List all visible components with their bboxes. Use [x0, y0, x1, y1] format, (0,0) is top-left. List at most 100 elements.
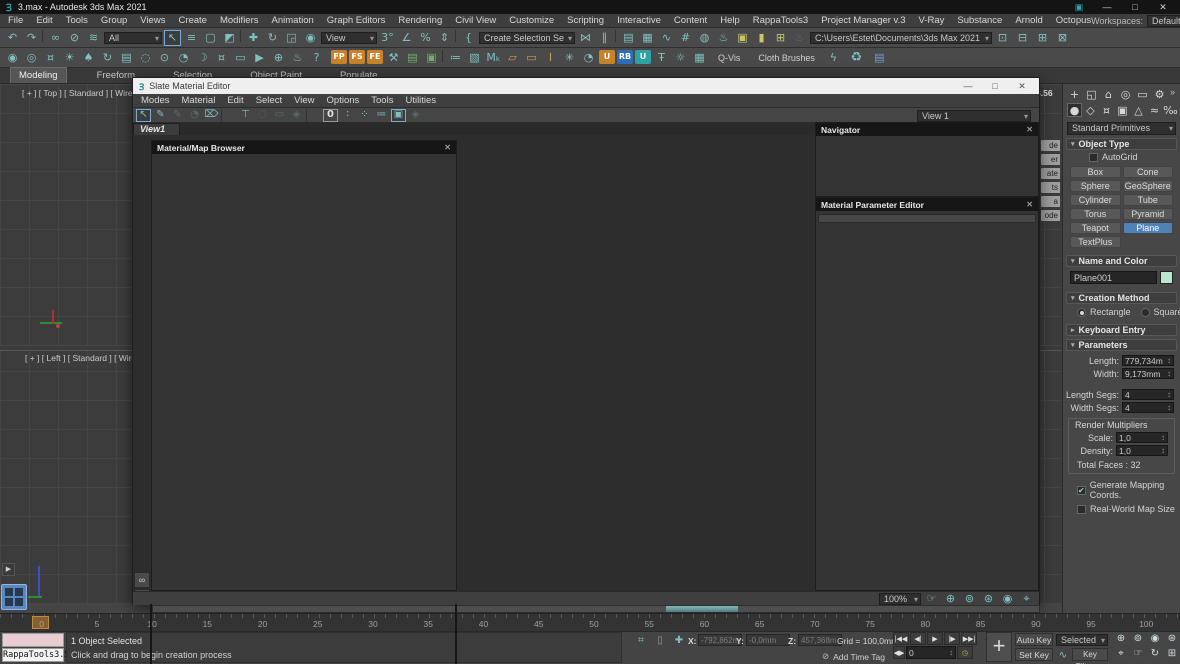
rendered-frame-icon[interactable]: ▣: [734, 30, 751, 46]
sme-menu-item[interactable]: Material: [182, 95, 216, 106]
add-time-tag[interactable]: ⊘ Add Time Tag: [822, 651, 885, 662]
cameras-icon[interactable]: ◎: [23, 50, 40, 66]
frame2-icon[interactable]: ▭: [523, 50, 540, 66]
separator[interactable]: [442, 50, 445, 62]
rb-icon[interactable]: RB: [617, 50, 633, 64]
menu-item[interactable]: Arnold: [1015, 15, 1042, 26]
spacewarps-cat-icon[interactable]: ≈: [1147, 103, 1162, 117]
menu-item[interactable]: Tools: [66, 15, 88, 26]
checklist-icon[interactable]: ≔: [447, 50, 464, 66]
workspace-dropdown[interactable]: Default: [1147, 15, 1180, 27]
camera-rig-icon[interactable]: ▦: [691, 50, 708, 66]
create-tab-icon[interactable]: +: [1067, 87, 1082, 101]
object-name-field[interactable]: Plane001: [1070, 271, 1157, 284]
forestpack-icon[interactable]: FP: [331, 50, 347, 64]
render-setup-icon[interactable]: ♨: [715, 30, 732, 46]
zoom-icon[interactable]: ⊕: [1113, 632, 1129, 646]
spinner-icon[interactable]: ↕: [1167, 403, 1171, 412]
select-object-icon[interactable]: ↖: [164, 30, 181, 46]
menu-item[interactable]: RappaTools3: [753, 15, 808, 26]
menu-item[interactable]: Help: [720, 15, 740, 26]
notes-icon[interactable]: ▤: [118, 50, 135, 66]
sme-maximize-button[interactable]: □: [984, 81, 1006, 91]
object-type-rollout[interactable]: ▾ Object Type: [1066, 138, 1177, 150]
render-map-icon[interactable]: ▣: [391, 109, 406, 122]
transform-gizmo-icon[interactable]: ✚: [672, 634, 686, 646]
mapping-coords-checkbox[interactable]: ✔: [1077, 486, 1086, 495]
rappatools-swatch[interactable]: [2, 633, 64, 647]
more-tabs-icon[interactable]: »: [1170, 87, 1175, 101]
play-frame-icon[interactable]: ▶: [251, 50, 268, 66]
bind-spacewarp-icon[interactable]: ≋: [85, 30, 102, 46]
project-path-dropdown[interactable]: C:\Users\Estet\Documents\3ds Max 2021: [810, 32, 992, 44]
go-start-icon[interactable]: |◀◀: [893, 632, 909, 645]
rectangle-radio[interactable]: [1077, 308, 1086, 317]
material-parameter-editor-header[interactable]: Material Parameter Editor ✕: [816, 198, 1038, 211]
menu-item[interactable]: Group: [101, 15, 127, 26]
systems-cat-icon[interactable]: ‰: [1163, 103, 1178, 117]
refresh-box-icon[interactable]: ↻: [99, 50, 116, 66]
menu-item[interactable]: File: [8, 15, 23, 26]
target-icon[interactable]: ⊕: [270, 50, 287, 66]
menu-item[interactable]: Rendering: [398, 15, 442, 26]
cloth-brushes-button[interactable]: Cloth Brushes: [758, 53, 815, 63]
ring-icon[interactable]: ⊙: [156, 50, 173, 66]
assign-to-selection-icon[interactable]: ◔: [187, 109, 202, 122]
mirror-icon[interactable]: ⋈: [577, 30, 594, 46]
menu-item[interactable]: Octopus: [1056, 15, 1091, 26]
density-field[interactable]: 1,0↕: [1116, 445, 1168, 456]
scale-icon[interactable]: ◲: [283, 30, 300, 46]
isolate-selection-icon[interactable]: ⌗: [634, 634, 648, 646]
time-configuration-icon[interactable]: ◷: [957, 646, 973, 659]
object-type-button[interactable]: Cone: [1123, 166, 1174, 178]
shapes-cat-icon[interactable]: ◇: [1083, 103, 1098, 117]
separator[interactable]: [42, 30, 45, 42]
move-icon[interactable]: ✚: [245, 30, 262, 46]
name-color-rollout[interactable]: ▾ Name and Color: [1066, 255, 1177, 267]
u-arrow-icon[interactable]: U: [635, 50, 651, 64]
selection-set-dropdown[interactable]: Create Selection Se: [479, 32, 575, 44]
selection-filter-dropdown[interactable]: All: [104, 32, 162, 44]
menu-item[interactable]: Create: [178, 15, 207, 26]
palette-icon[interactable]: ☽: [194, 50, 211, 66]
width-segs-field[interactable]: 4↕: [1122, 402, 1174, 413]
current-frame-field[interactable]: 0↕: [906, 646, 956, 659]
menu-item[interactable]: Graph Editors: [327, 15, 386, 26]
select-by-material-icon[interactable]: ◈: [408, 109, 423, 122]
set-key-button[interactable]: Set Key: [1015, 648, 1053, 661]
y-coordinate-field[interactable]: -0,0mm: [746, 634, 790, 646]
move-children-icon[interactable]: ⊤: [238, 109, 253, 122]
beam-icon[interactable]: Ⅰ: [542, 50, 559, 66]
length-segs-field[interactable]: 4↕: [1122, 389, 1174, 400]
timeline-ruler[interactable]: 0510152025303540455055606570758085909510…: [0, 613, 1180, 631]
render-elements-icon[interactable]: ▧: [466, 50, 483, 66]
time-slider-thumb[interactable]: [666, 606, 738, 612]
teapot-outline-icon[interactable]: ♨: [791, 30, 808, 46]
object-type-button[interactable]: Sphere: [1070, 180, 1121, 192]
autogrid-checkbox[interactable]: [1089, 153, 1098, 162]
object-type-button[interactable]: Tube: [1123, 194, 1174, 206]
wrench-icon[interactable]: ⚒: [385, 50, 402, 66]
separator[interactable]: [240, 30, 243, 42]
video-camera-icon[interactable]: ◉: [4, 50, 21, 66]
forestselect-icon[interactable]: FS: [349, 50, 365, 64]
menu-item[interactable]: Scripting: [567, 15, 604, 26]
object-type-button[interactable]: TextPlus: [1070, 236, 1121, 248]
sme-menu-item[interactable]: View: [294, 95, 314, 106]
redo-icon[interactable]: ↷: [23, 30, 40, 46]
menu-item[interactable]: Substance: [957, 15, 1002, 26]
navigator-header[interactable]: Navigator ✕: [816, 123, 1038, 136]
delete-selected-icon[interactable]: ⌦: [204, 109, 219, 122]
sphere-icon[interactable]: ◔: [580, 50, 597, 66]
cameras-cat-icon[interactable]: ▣: [1115, 103, 1130, 117]
pan-icon[interactable]: ☞: [1130, 647, 1146, 661]
zoom-extents-all-icon[interactable]: ⊛: [1164, 632, 1180, 646]
play-icon[interactable]: ▶: [927, 632, 943, 645]
object-type-button[interactable]: Cylinder: [1070, 194, 1121, 206]
object-type-button[interactable]: Pyramid: [1123, 208, 1174, 220]
viewport-layout-tab[interactable]: [1, 584, 27, 610]
save-selected-icon[interactable]: ⊠: [1054, 30, 1071, 46]
hierarchy-tab-icon[interactable]: ⌂: [1101, 87, 1116, 101]
fov-icon[interactable]: ⌖: [1113, 647, 1129, 661]
auto-key-button[interactable]: Auto Key: [1015, 633, 1053, 646]
